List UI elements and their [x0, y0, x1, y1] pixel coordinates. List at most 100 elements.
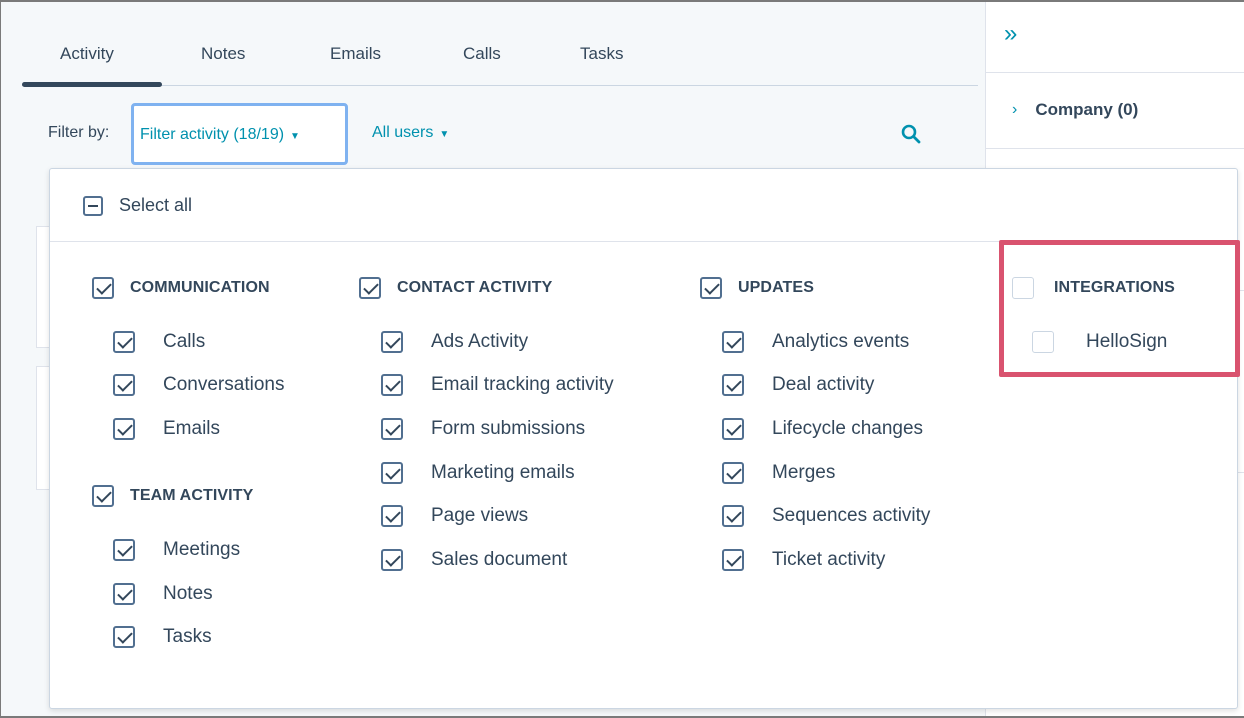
filter-option-calls[interactable]: Calls — [113, 331, 205, 353]
option-label: Page views — [431, 505, 529, 526]
group-title: INTEGRATIONS — [1054, 279, 1175, 296]
tab-notes[interactable]: Notes — [201, 44, 245, 64]
checkbox — [722, 374, 744, 396]
filter-option-tasks[interactable]: Tasks — [113, 626, 212, 648]
group-communication[interactable]: COMMUNICATION — [92, 277, 270, 299]
filter-option-merges[interactable]: Merges — [722, 462, 835, 484]
checkbox — [381, 505, 403, 527]
checkbox — [722, 549, 744, 571]
option-label: Meetings — [163, 539, 241, 560]
caret-down-icon: ▼ — [290, 131, 300, 142]
filter-activity-dropdown[interactable]: Filter activity (18/19) ▼ — [131, 103, 348, 165]
option-label: Merges — [772, 462, 836, 483]
checkbox — [92, 485, 114, 507]
group-title: CONTACT ACTIVITY — [397, 279, 553, 296]
checkbox — [113, 374, 135, 396]
option-label: Ticket activity — [772, 549, 886, 570]
filter-activity-panel: Select all COMMUNICATION Calls Conversat… — [49, 168, 1238, 709]
select-all-label: Select all — [119, 195, 193, 215]
filter-option-page-views[interactable]: Page views — [381, 505, 528, 527]
option-label: Deal activity — [772, 374, 875, 395]
filter-option-ads-activity[interactable]: Ads Activity — [381, 331, 528, 353]
option-label: HelloSign — [1086, 331, 1168, 352]
group-title: COMMUNICATION — [130, 279, 270, 296]
all-users-label: All users — [372, 124, 434, 141]
checkbox — [722, 505, 744, 527]
checkbox — [381, 331, 403, 353]
filter-option-analytics-events[interactable]: Analytics events — [722, 331, 909, 353]
group-contact-activity[interactable]: CONTACT ACTIVITY — [359, 277, 552, 299]
filter-activity-label: Filter activity (18/19) — [140, 126, 285, 143]
option-label: Sequences activity — [772, 505, 931, 526]
option-label: Calls — [163, 331, 206, 352]
sidebar-section-label: Company (0) — [1035, 100, 1139, 119]
option-label: Lifecycle changes — [772, 418, 924, 439]
checkbox — [381, 549, 403, 571]
filter-option-sequences-activity[interactable]: Sequences activity — [722, 505, 930, 527]
filter-option-lifecycle-changes[interactable]: Lifecycle changes — [722, 418, 923, 440]
filter-option-notes[interactable]: Notes — [113, 583, 213, 605]
group-title: TEAM ACTIVITY — [130, 487, 254, 504]
group-team-activity[interactable]: TEAM ACTIVITY — [92, 485, 253, 507]
checkbox — [381, 462, 403, 484]
option-label: Notes — [163, 583, 213, 604]
tab-activity[interactable]: Activity — [60, 44, 114, 64]
filter-option-conversations[interactable]: Conversations — [113, 374, 284, 396]
search-button[interactable] — [901, 124, 921, 149]
checkbox — [722, 331, 744, 353]
panel-divider — [50, 241, 1237, 242]
filter-option-marketing-emails[interactable]: Marketing emails — [381, 462, 575, 484]
filter-option-deal-activity[interactable]: Deal activity — [722, 374, 874, 396]
checkbox — [381, 418, 403, 440]
background-card — [36, 366, 50, 490]
checkbox — [113, 418, 135, 440]
group-integrations[interactable]: INTEGRATIONS — [1012, 277, 1175, 299]
sidebar-section-company[interactable]: › Company (0) — [1012, 100, 1138, 120]
checkbox — [113, 583, 135, 605]
sidebar-divider — [986, 72, 1244, 73]
filter-option-form-submissions[interactable]: Form submissions — [381, 418, 585, 440]
filter-option-sales-document[interactable]: Sales document — [381, 549, 567, 571]
option-label: Tasks — [163, 626, 212, 647]
checkbox — [1032, 331, 1054, 353]
tab-tasks[interactable]: Tasks — [580, 44, 623, 64]
filter-option-meetings[interactable]: Meetings — [113, 539, 240, 561]
group-title: UPDATES — [738, 279, 814, 296]
checkbox — [722, 462, 744, 484]
checkbox — [359, 277, 381, 299]
background-card — [36, 226, 50, 348]
tab-bar: Activity Notes Emails Calls Tasks — [22, 2, 978, 87]
checkbox — [113, 626, 135, 648]
option-label: Conversations — [163, 374, 285, 395]
filter-by-label: Filter by: — [48, 124, 110, 141]
option-label: Sales document — [431, 549, 568, 570]
indeterminate-checkbox-icon — [83, 195, 103, 216]
filter-option-emails[interactable]: Emails — [113, 418, 220, 440]
option-label: Ads Activity — [431, 331, 529, 352]
select-all-checkbox[interactable]: Select all — [83, 195, 192, 216]
all-users-dropdown[interactable]: All users ▼ — [372, 124, 449, 142]
checkbox — [92, 277, 114, 299]
tab-emails[interactable]: Emails — [330, 44, 381, 64]
filter-option-email-tracking[interactable]: Email tracking activity — [381, 374, 614, 396]
checkbox — [381, 374, 403, 396]
filter-option-hellosign[interactable]: HelloSign — [1032, 331, 1167, 353]
sidebar-divider — [986, 148, 1244, 149]
option-label: Analytics events — [772, 331, 910, 352]
filter-option-ticket-activity[interactable]: Ticket activity — [722, 549, 885, 571]
search-icon — [901, 124, 921, 144]
tab-calls[interactable]: Calls — [463, 44, 501, 64]
active-tab-indicator — [22, 82, 162, 87]
caret-down-icon: ▼ — [439, 129, 450, 140]
collapse-sidebar-icon[interactable]: » — [1004, 22, 1017, 46]
option-label: Marketing emails — [431, 462, 575, 483]
option-label: Emails — [163, 418, 221, 439]
chevron-right-icon: › — [1012, 101, 1018, 118]
checkbox — [722, 418, 744, 440]
checkbox — [1012, 277, 1034, 299]
group-updates[interactable]: UPDATES — [700, 277, 814, 299]
option-label: Form submissions — [431, 418, 586, 439]
checkbox — [700, 277, 722, 299]
checkbox — [113, 539, 135, 561]
option-label: Email tracking activity — [431, 374, 614, 395]
